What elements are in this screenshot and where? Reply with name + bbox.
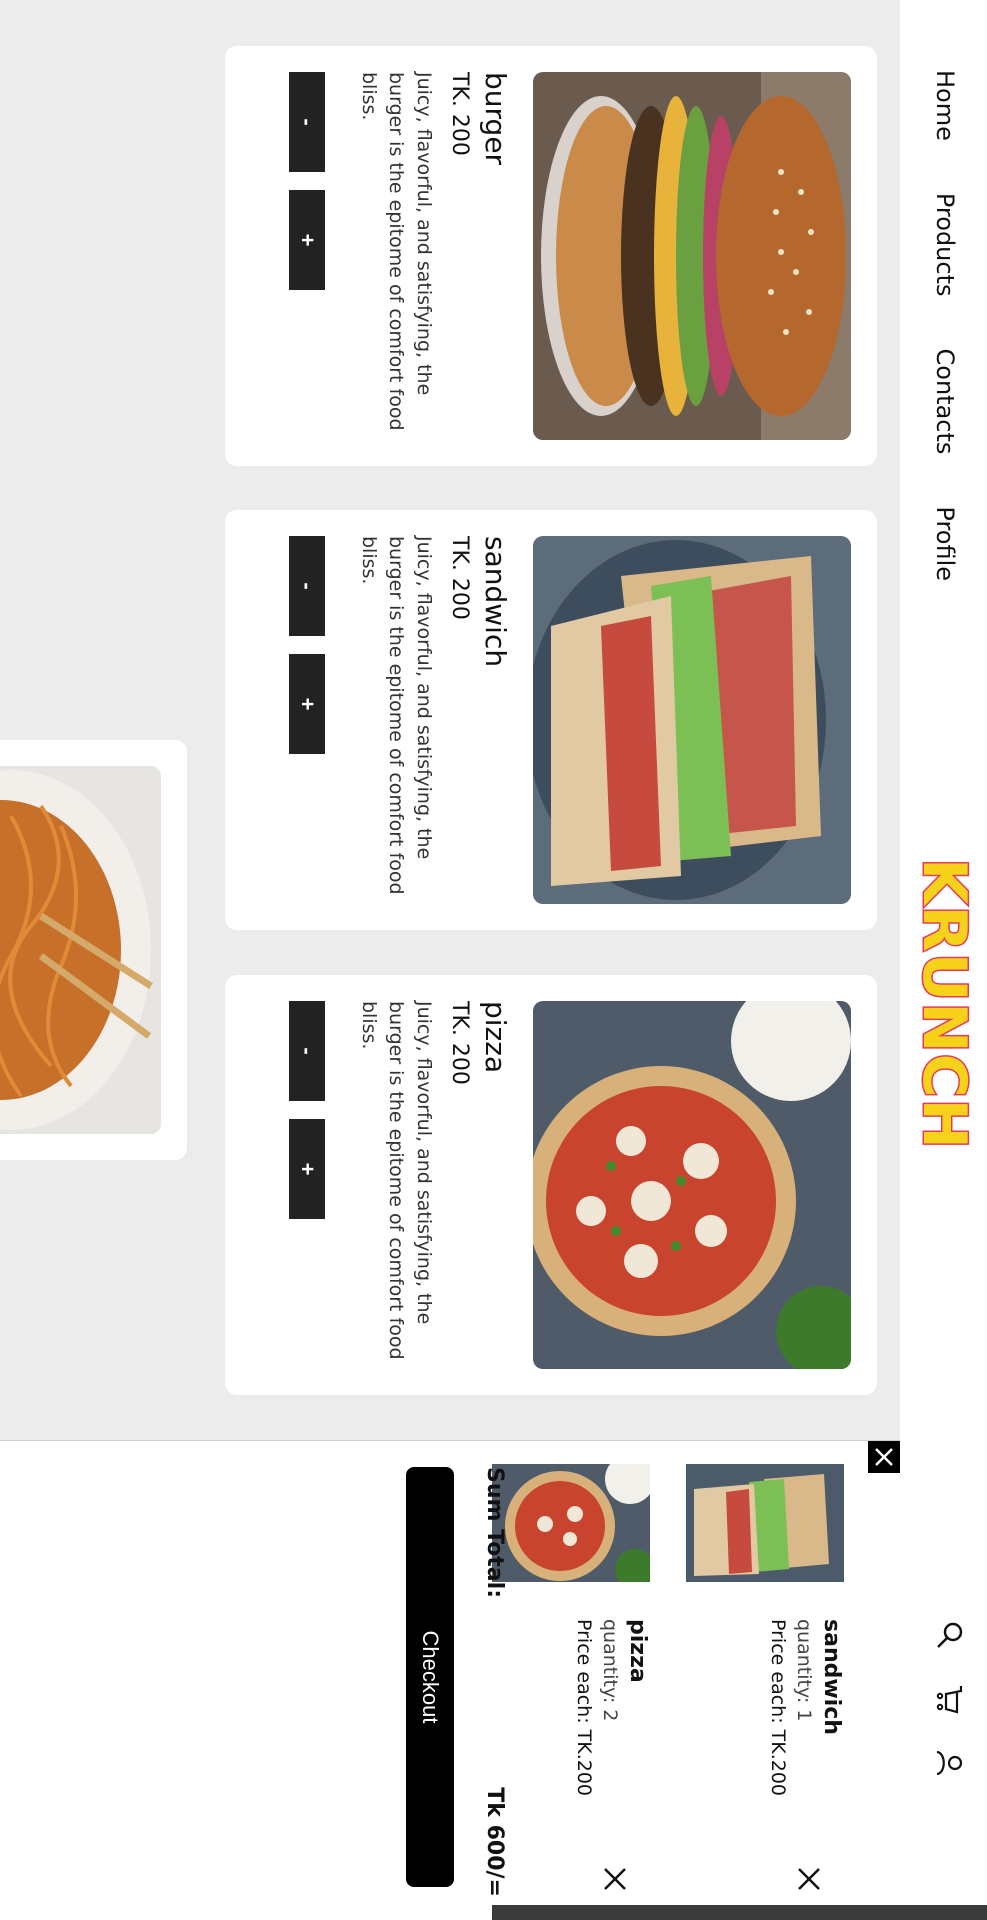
nav-contacts[interactable]: Contacts (931, 349, 959, 455)
sandwich-image (533, 536, 851, 904)
cart-panel: sandwich quantity: 1 Price each: TK.200 … (0, 1440, 900, 1920)
cart-icon[interactable] (931, 1684, 965, 1714)
nav-products[interactable]: Products (931, 193, 959, 297)
product-card-burger: burger TK. 200 Juicy, flavorful, and sat… (225, 46, 877, 466)
decrease-button[interactable]: - (289, 72, 325, 172)
product-description: Juicy, flavorful, and satisfying, the bu… (357, 536, 435, 895)
remove-item-icon[interactable] (794, 1864, 824, 1894)
product-title: sandwich (479, 536, 512, 668)
decrease-button[interactable]: - (289, 1001, 325, 1101)
nav-profile[interactable]: Profile (931, 506, 959, 581)
increase-button[interactable]: + (289, 190, 325, 290)
burger-image (533, 72, 851, 440)
bottom-bar (492, 1905, 987, 1920)
app-stage: Home Products Contacts Profile KRUNCH bu… (0, 0, 987, 1920)
increase-button[interactable]: + (289, 654, 325, 754)
product-title: burger (479, 72, 512, 166)
product-price: TK. 200 (447, 536, 472, 620)
cart-item-price: Price each: TK.200 (573, 1619, 595, 1797)
search-icon[interactable] (931, 1620, 965, 1650)
nav-icons (931, 1620, 965, 1778)
remove-item-icon[interactable] (600, 1864, 630, 1894)
cart-item-name: pizza (625, 1619, 650, 1683)
cart-item-image (686, 1464, 844, 1582)
product-card-sandwich: sandwich TK. 200 Juicy, flavorful, and s… (225, 510, 877, 930)
cart-item-price: Price each: TK.200 (767, 1619, 789, 1797)
product-description: Juicy, flavorful, and satisfying, the bu… (357, 72, 435, 431)
product-title: pizza (479, 1001, 512, 1074)
cart-item: sandwich quantity: 1 Price each: TK.200 (686, 1464, 844, 1894)
close-icon (875, 1448, 893, 1466)
product-description: Juicy, flavorful, and satisfying, the bu… (357, 1001, 435, 1360)
navbar: Home Products Contacts Profile KRUNCH (900, 0, 987, 1920)
nav-links: Home Products Contacts Profile (931, 70, 959, 581)
checkout-button[interactable]: Checkout (406, 1467, 454, 1887)
nav-home[interactable]: Home (931, 70, 959, 141)
cart-item-info: sandwich quantity: 1 Price each: TK.200 (767, 1619, 844, 1796)
product-card-partial (0, 740, 187, 1160)
cart-item-info: pizza quantity: 2 Price each: TK.200 (573, 1619, 650, 1796)
cart-item-name: sandwich (819, 1619, 844, 1735)
cart-item-quantity: quantity: 2 (599, 1619, 621, 1722)
sum-total-label: Sum Total: (482, 1467, 507, 1598)
cart-item-image (492, 1464, 650, 1582)
close-cart-button[interactable] (868, 1441, 900, 1473)
cart-item-quantity: quantity: 1 (793, 1619, 815, 1722)
increase-button[interactable]: + (289, 1119, 325, 1219)
sum-total-value: Tk 600/= (482, 1787, 507, 1897)
product-card-pizza: pizza TK. 200 Juicy, flavorful, and sati… (225, 975, 877, 1395)
decrease-button[interactable]: - (289, 536, 325, 636)
product-price: TK. 200 (447, 1001, 472, 1085)
sum-total-row: Sum Total: Tk 600/= (482, 1467, 507, 1897)
user-icon[interactable] (931, 1748, 965, 1778)
brand-logo[interactable]: KRUNCH (907, 857, 981, 1152)
pizza-image (533, 1001, 851, 1369)
product-price: TK. 200 (447, 72, 472, 156)
noodles-image (0, 766, 161, 1134)
cart-item: pizza quantity: 2 Price each: TK.200 (492, 1464, 650, 1894)
